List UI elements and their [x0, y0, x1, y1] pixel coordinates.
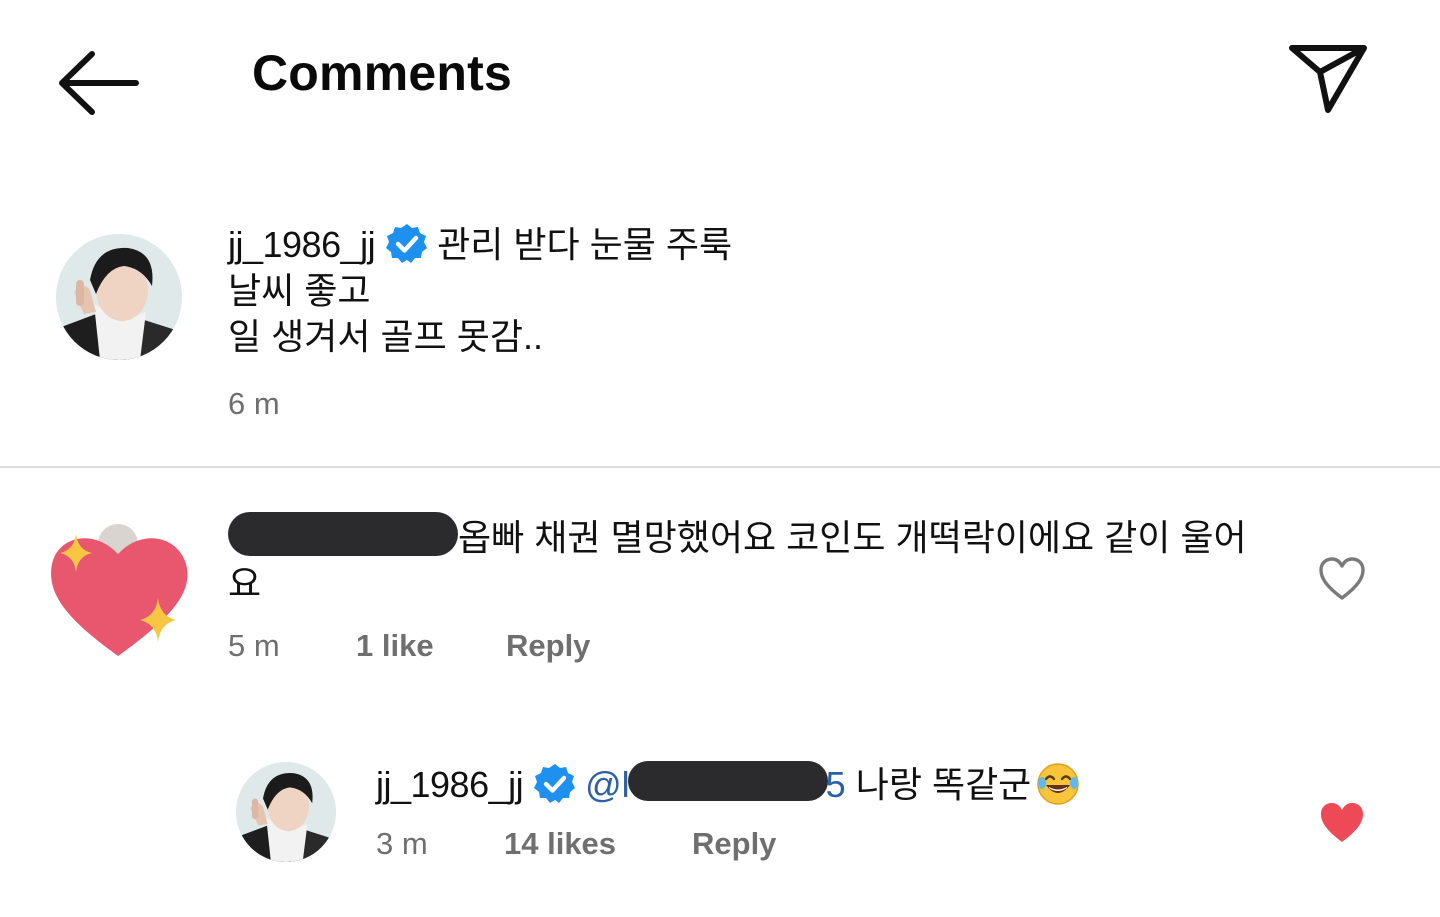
share-button[interactable]	[1286, 40, 1370, 116]
profile-photo	[236, 762, 336, 862]
divider	[0, 466, 1440, 468]
like-count[interactable]: 1 like	[356, 628, 434, 664]
reply-text-block: jj_1986_jj @l 5 나랑 똑같군	[376, 756, 1081, 808]
avatar[interactable]	[56, 234, 182, 360]
comments-screen: Comments jj_1986_jj 관리 받다 눈물 주룩 날씨 좋고 일 …	[0, 0, 1440, 917]
reply-button[interactable]: Reply	[506, 628, 590, 664]
heart-filled-icon	[1321, 803, 1363, 842]
caption-first-line: jj_1986_jj 관리 받다 눈물 주룩	[228, 222, 1228, 268]
avatar[interactable]	[46, 520, 196, 665]
mention-link[interactable]: @l 5	[585, 761, 846, 805]
mention-suffix: 5	[825, 764, 846, 805]
avatar[interactable]	[236, 762, 336, 862]
redacted-mention	[627, 761, 828, 801]
timestamp: 3 m	[376, 826, 428, 861]
caption: jj_1986_jj 관리 받다 눈물 주룩 날씨 좋고 일 생겨서 골프 못감…	[228, 222, 1228, 360]
caption-text: 일 생겨서 골프 못감..	[228, 316, 543, 357]
timestamp: 5 m	[228, 628, 280, 663]
heart-outline-icon	[1319, 557, 1365, 600]
reply-button[interactable]: Reply	[692, 826, 776, 862]
like-button[interactable]	[1318, 556, 1366, 602]
like-button[interactable]	[1318, 800, 1366, 846]
caption-text: 날씨 좋고	[228, 270, 371, 311]
sparkling-heart-icon	[51, 524, 188, 656]
laughing-tears-emoji-icon	[1037, 763, 1080, 805]
verified-badge-icon	[386, 224, 428, 263]
username[interactable]: jj_1986_jj	[376, 764, 524, 805]
header-bar: Comments	[0, 0, 1440, 160]
profile-photo	[56, 234, 182, 360]
send-paper-plane-icon	[1289, 45, 1367, 113]
back-button[interactable]	[56, 48, 140, 118]
arrow-left-icon	[59, 51, 139, 115]
caption-text: 관리 받다 눈물 주룩	[437, 224, 733, 265]
username[interactable]: jj_1986_jj	[228, 224, 376, 265]
like-count[interactable]: 14 likes	[504, 826, 616, 862]
comment-text-block: 옵빠 채권 멸망했어요 코인도 개떡락이에요 같이 울어요	[228, 512, 1278, 607]
reply-text: 나랑 똑같군	[845, 764, 1032, 805]
redacted-username	[228, 512, 458, 556]
mention-prefix: @l	[585, 764, 630, 805]
page-title: Comments	[252, 45, 512, 101]
verified-badge-icon	[534, 764, 576, 803]
timestamp: 6 m	[228, 386, 280, 421]
